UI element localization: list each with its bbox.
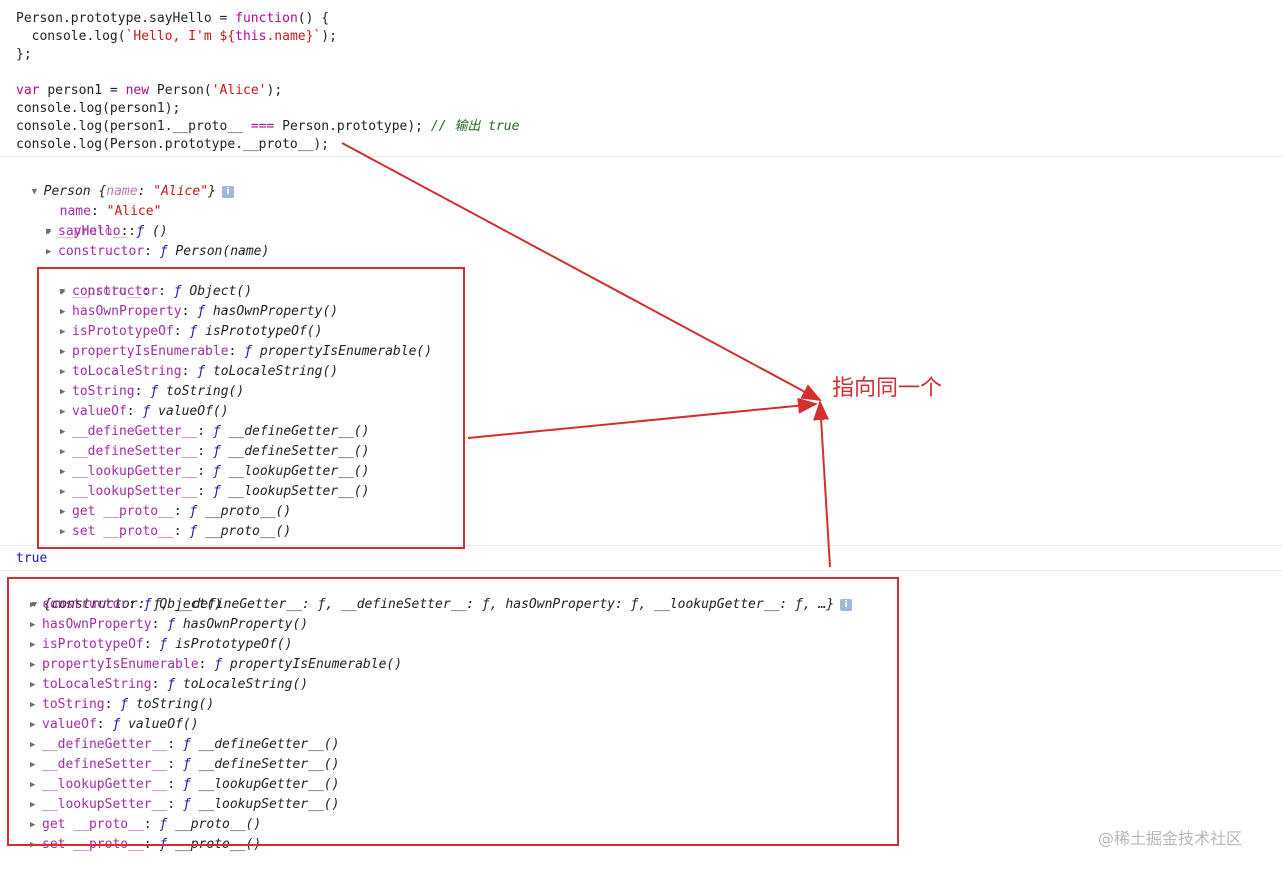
arrow-from-code [341,142,822,401]
annotation-arrows [341,142,831,568]
watermark: @稀土掘金技术社区 [1098,829,1243,848]
arrow-from-object-prototype [813,400,831,568]
annotation-label: 指向同一个 [832,376,943,401]
arrow-from-nested-proto [467,397,818,439]
